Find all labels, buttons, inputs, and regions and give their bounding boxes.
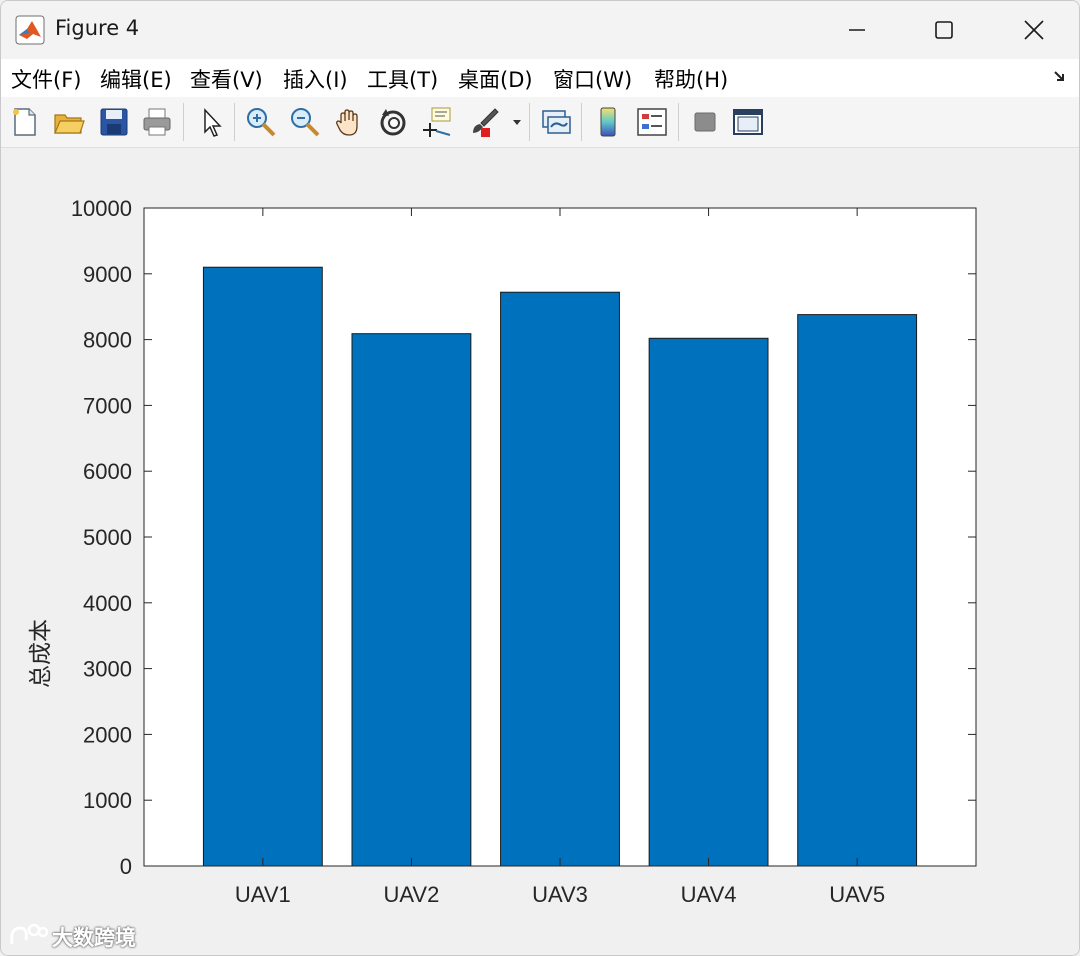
y-tick-label: 1000 — [83, 788, 132, 813]
menu-view[interactable]: 查看(V) — [190, 64, 263, 94]
menu-desktop[interactable]: 桌面(D) — [458, 64, 533, 94]
x-tick-label: UAV3 — [532, 882, 588, 907]
watermark-text: 大数跨境 — [52, 926, 136, 950]
legend-icon[interactable] — [635, 105, 669, 139]
bar-uav2 — [351, 333, 472, 867]
y-tick-label: 9000 — [83, 262, 132, 287]
matlab-app-icon — [15, 15, 45, 45]
toolbar-separator — [529, 103, 530, 141]
y-tick-label: 6000 — [83, 459, 132, 484]
bar-chart: 0 1000 2000 3000 4000 5000 6000 7000 8000 9000 100… — [71, 196, 977, 907]
menu-help[interactable]: 帮助(H) — [654, 64, 728, 94]
y-tick-label: 2000 — [83, 722, 132, 747]
window-title: Figure 4 — [55, 16, 140, 40]
toolbar-separator — [678, 103, 679, 141]
new-figure-icon[interactable] — [8, 105, 42, 139]
toolbar-separator — [183, 103, 184, 141]
zoom-out-icon[interactable] — [288, 105, 322, 139]
title-bar[interactable]: Figure 4 — [1, 1, 1079, 59]
x-tick-label: UAV1 — [235, 882, 291, 907]
brush-icon[interactable] — [467, 105, 501, 139]
close-icon — [1024, 20, 1044, 40]
y-tick-label: 5000 — [83, 525, 132, 550]
open-file-icon[interactable] — [52, 105, 86, 139]
toolbar-separator — [581, 103, 582, 141]
print-icon[interactable] — [140, 105, 174, 139]
maximize-button[interactable] — [914, 9, 974, 51]
y-tick-label: 4000 — [83, 591, 132, 616]
menu-file[interactable]: 文件(F) — [11, 64, 81, 94]
watermark-logo-icon — [10, 923, 48, 945]
data-cursor-icon[interactable] — [420, 105, 454, 139]
y-axis-label: 总成本 — [28, 619, 54, 688]
bar-uav1 — [202, 266, 323, 867]
pan-hand-icon[interactable] — [332, 105, 366, 139]
figure-window: Figure 4 文件(F) 编辑(E) 查看(V) 插入(I) 工具(T) 桌… — [0, 0, 1080, 956]
x-tick-label: UAV4 — [681, 882, 737, 907]
menu-bar: 文件(F) 编辑(E) 查看(V) 插入(I) 工具(T) 桌面(D) 窗口(W… — [1, 59, 1079, 97]
brush-dropdown-icon[interactable] — [510, 105, 524, 139]
minimize-button[interactable] — [827, 9, 887, 51]
menu-insert[interactable]: 插入(I) — [283, 64, 348, 94]
y-tick-label: 7000 — [83, 393, 132, 418]
minimize-icon — [849, 29, 865, 31]
y-tick-label: 8000 — [83, 328, 132, 353]
figure-canvas: 0 1000 2000 3000 4000 5000 6000 7000 8000 9000 100… — [1, 148, 1079, 955]
save-icon[interactable] — [97, 105, 131, 139]
figure-toolbar — [1, 97, 1079, 148]
select-arrow-icon[interactable] — [195, 105, 229, 139]
menu-tools[interactable]: 工具(T) — [367, 64, 438, 94]
link-plot-icon[interactable] — [539, 105, 573, 139]
close-button[interactable] — [1004, 9, 1064, 51]
hide-plot-tools-icon[interactable] — [688, 105, 722, 139]
y-tick-label: 10000 — [71, 196, 132, 221]
toolbar-separator — [234, 103, 235, 141]
bar-uav5 — [797, 314, 918, 867]
y-tick-label: 0 — [120, 854, 132, 879]
menu-edit[interactable]: 编辑(E) — [100, 64, 172, 94]
y-tick-label: 3000 — [83, 657, 132, 682]
x-tick-label: UAV5 — [829, 882, 885, 907]
bar-uav3 — [500, 291, 620, 867]
x-tick-label: UAV2 — [384, 882, 440, 907]
rotate-3d-icon[interactable] — [376, 105, 410, 139]
zoom-in-icon[interactable] — [244, 105, 278, 139]
maximize-icon — [935, 21, 953, 39]
colorbar-icon[interactable] — [591, 105, 625, 139]
show-plot-tools-icon[interactable] — [731, 105, 765, 139]
toolbar-dock-arrow-icon[interactable] — [1053, 69, 1067, 88]
bar-uav4 — [648, 337, 769, 867]
menu-window[interactable]: 窗口(W) — [553, 64, 632, 94]
